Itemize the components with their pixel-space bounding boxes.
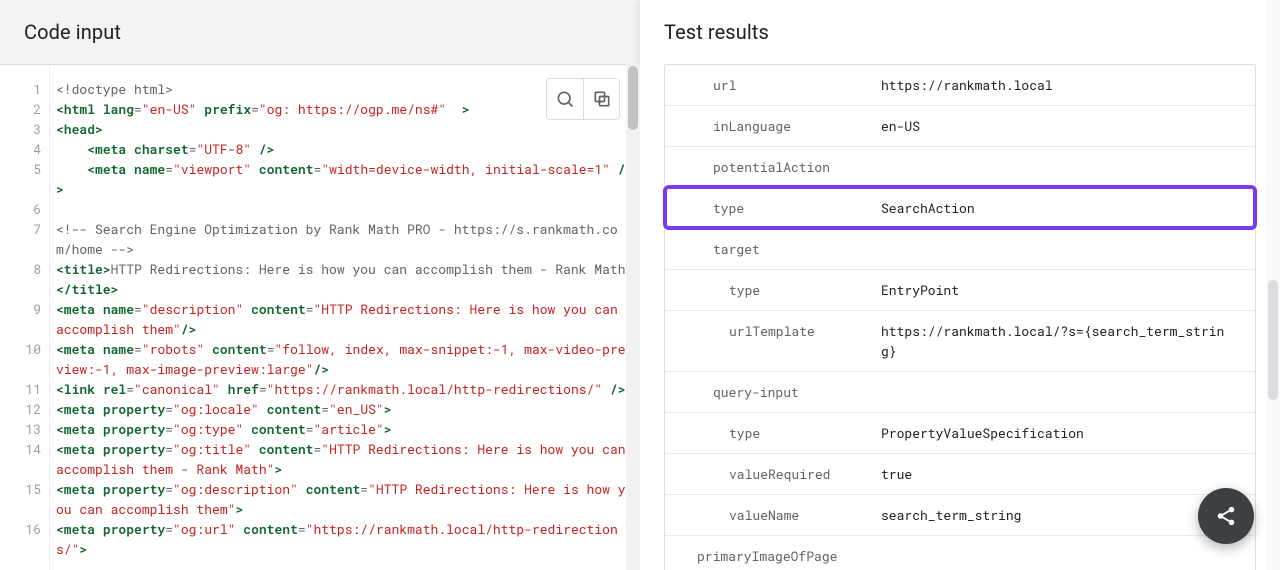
code-scrollbar[interactable] (626, 64, 640, 570)
result-value: SearchAction (881, 198, 1239, 218)
result-row: inLanguageen-US (665, 105, 1255, 146)
result-key: target (681, 239, 881, 259)
code-input-title: Code input (0, 0, 640, 64)
code-line: <meta property="og:type" content="articl… (56, 419, 632, 439)
result-key: url (681, 75, 881, 95)
result-row: primaryImageOfPage (665, 535, 1255, 570)
code-editor[interactable]: 12345678910111213141516 <!doctype html><… (0, 64, 640, 570)
result-key: type (681, 423, 881, 443)
code-line: <!-- Search Engine Optimization by Rank … (56, 219, 632, 259)
result-row: urlTemplatehttps://rankmath.local/?s={se… (665, 310, 1255, 371)
copy-button[interactable] (583, 79, 619, 119)
result-row: typeSearchAction (665, 187, 1255, 228)
share-icon (1215, 505, 1237, 527)
code-content[interactable]: <!doctype html><html lang="en-US" prefix… (50, 65, 640, 570)
code-line: <meta property="og:url" content="https:/… (56, 519, 632, 559)
result-key: primaryImageOfPage (681, 546, 881, 566)
code-line: <meta property="og:title" content="HTTP … (56, 439, 632, 479)
result-key: query-input (681, 382, 881, 402)
code-line: <meta property="og:description" content=… (56, 479, 632, 519)
result-value: https://rankmath.local/?s={search_term_s… (881, 321, 1239, 361)
result-key: type (681, 280, 881, 300)
result-key: potentialAction (681, 157, 881, 177)
result-row: typeEntryPoint (665, 269, 1255, 310)
code-line: <meta name="viewport" content="width=dev… (56, 159, 632, 199)
code-line (56, 199, 632, 219)
search-button[interactable] (547, 79, 583, 119)
result-value: https://rankmath.local (881, 75, 1239, 95)
result-row: target (665, 228, 1255, 269)
result-value: EntryPoint (881, 280, 1239, 300)
results-scrollbar[interactable] (1266, 0, 1280, 570)
results-card: urlhttps://rankmath.localinLanguageen-US… (664, 64, 1256, 570)
result-value: PropertyValueSpecification (881, 423, 1239, 443)
result-row: urlhttps://rankmath.local (665, 65, 1255, 105)
result-row: potentialAction (665, 146, 1255, 187)
code-line: <head> (56, 119, 632, 139)
code-input-panel: Code input 12345678910111213141516 <!doc… (0, 0, 640, 570)
code-line: <meta property="og:locale" content="en_U… (56, 399, 632, 419)
result-row: query-input (665, 371, 1255, 412)
result-row: valueNamesearch_term_string (665, 494, 1255, 535)
code-line: <link rel="canonical" href="https://rank… (56, 379, 632, 399)
results-body[interactable]: urlhttps://rankmath.localinLanguageen-US… (640, 64, 1280, 570)
result-key: type (681, 198, 881, 218)
line-number-gutter: 12345678910111213141516 (0, 65, 50, 570)
code-line: <title>HTTP Redirections: Here is how yo… (56, 259, 632, 299)
code-line: <meta name="description" content="HTTP R… (56, 299, 632, 339)
test-results-panel: Test results urlhttps://rankmath.localin… (640, 0, 1280, 570)
code-toolbar (546, 78, 620, 120)
result-value: search_term_string (881, 505, 1239, 525)
code-scrollbar-thumb[interactable] (628, 66, 638, 130)
test-results-title: Test results (640, 0, 1280, 64)
result-value: true (881, 464, 1239, 484)
result-key: valueRequired (681, 464, 881, 484)
code-line: <meta charset="UTF-8" /> (56, 139, 632, 159)
results-scrollbar-thumb[interactable] (1268, 280, 1278, 400)
result-key: valueName (681, 505, 881, 525)
search-icon (555, 89, 575, 109)
code-line: <meta name="robots" content="follow, ind… (56, 339, 632, 379)
result-key: urlTemplate (681, 321, 881, 341)
copy-icon (592, 89, 612, 109)
result-value: en-US (881, 116, 1239, 136)
result-row: typePropertyValueSpecification (665, 412, 1255, 453)
share-button[interactable] (1198, 488, 1254, 544)
result-row: valueRequiredtrue (665, 453, 1255, 494)
result-key: inLanguage (681, 116, 881, 136)
